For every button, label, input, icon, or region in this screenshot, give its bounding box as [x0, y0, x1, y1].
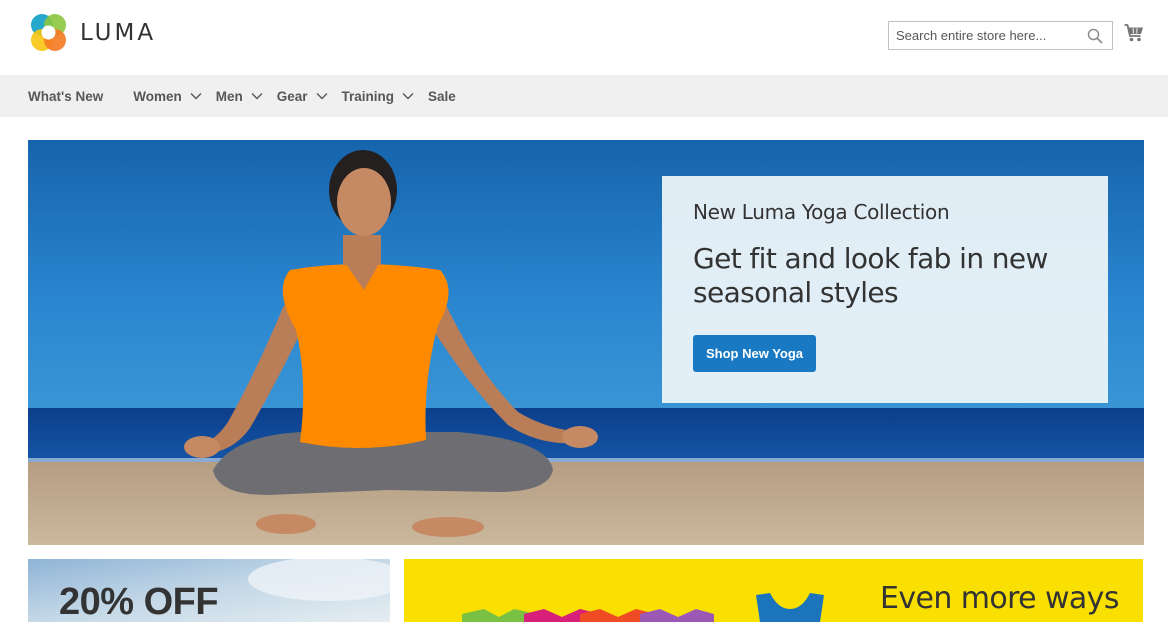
nav-item-label: Sale [428, 88, 456, 104]
chevron-down-icon [190, 93, 202, 100]
nav-item-gear[interactable]: Gear [277, 75, 328, 117]
promo-block-more-ways[interactable]: Even more ways [404, 559, 1143, 622]
nav-item-women[interactable]: Women [133, 75, 202, 117]
nav-item-label: Men [215, 88, 243, 104]
chevron-down-icon [316, 93, 328, 100]
hero-promo-panel: New Luma Yoga Collection Get fit and loo… [662, 176, 1108, 403]
main-navigation: What's New Women Men Gear Training Sale [0, 75, 1168, 117]
nav-item-whats-new[interactable]: What's New [28, 75, 103, 117]
hero-title: Get fit and look fab in new seasonal sty… [693, 242, 1048, 309]
shop-new-yoga-button[interactable]: Shop New Yoga [693, 335, 816, 372]
nav-item-label: Training [341, 88, 395, 104]
luma-logo-icon [31, 14, 66, 51]
search-box [888, 21, 1113, 50]
search-icon[interactable] [1087, 28, 1103, 44]
site-header: LUMA [0, 0, 1168, 75]
promo-discount-text: 20% OFF [59, 581, 219, 622]
hero-kicker: New Luma Yoga Collection [693, 200, 950, 224]
chevron-down-icon [402, 93, 414, 100]
promo-block-discount[interactable]: 20% OFF [28, 559, 390, 622]
nav-item-training[interactable]: Training [342, 75, 415, 117]
promo-more-ways-text: Even more ways [880, 581, 1119, 616]
nav-item-sale[interactable]: Sale [428, 75, 456, 117]
nav-item-men[interactable]: Men [216, 75, 263, 117]
store-logo[interactable]: LUMA [28, 12, 156, 54]
search-input[interactable] [889, 22, 1079, 49]
brand-name: LUMA [80, 20, 157, 46]
shopping-cart-icon[interactable] [1124, 23, 1144, 43]
nav-item-label: Women [133, 88, 182, 104]
nav-item-label: What's New [28, 88, 104, 104]
hero-banner[interactable]: New Luma Yoga Collection Get fit and loo… [28, 140, 1144, 545]
nav-item-label: Gear [276, 88, 308, 104]
chevron-down-icon [251, 93, 263, 100]
